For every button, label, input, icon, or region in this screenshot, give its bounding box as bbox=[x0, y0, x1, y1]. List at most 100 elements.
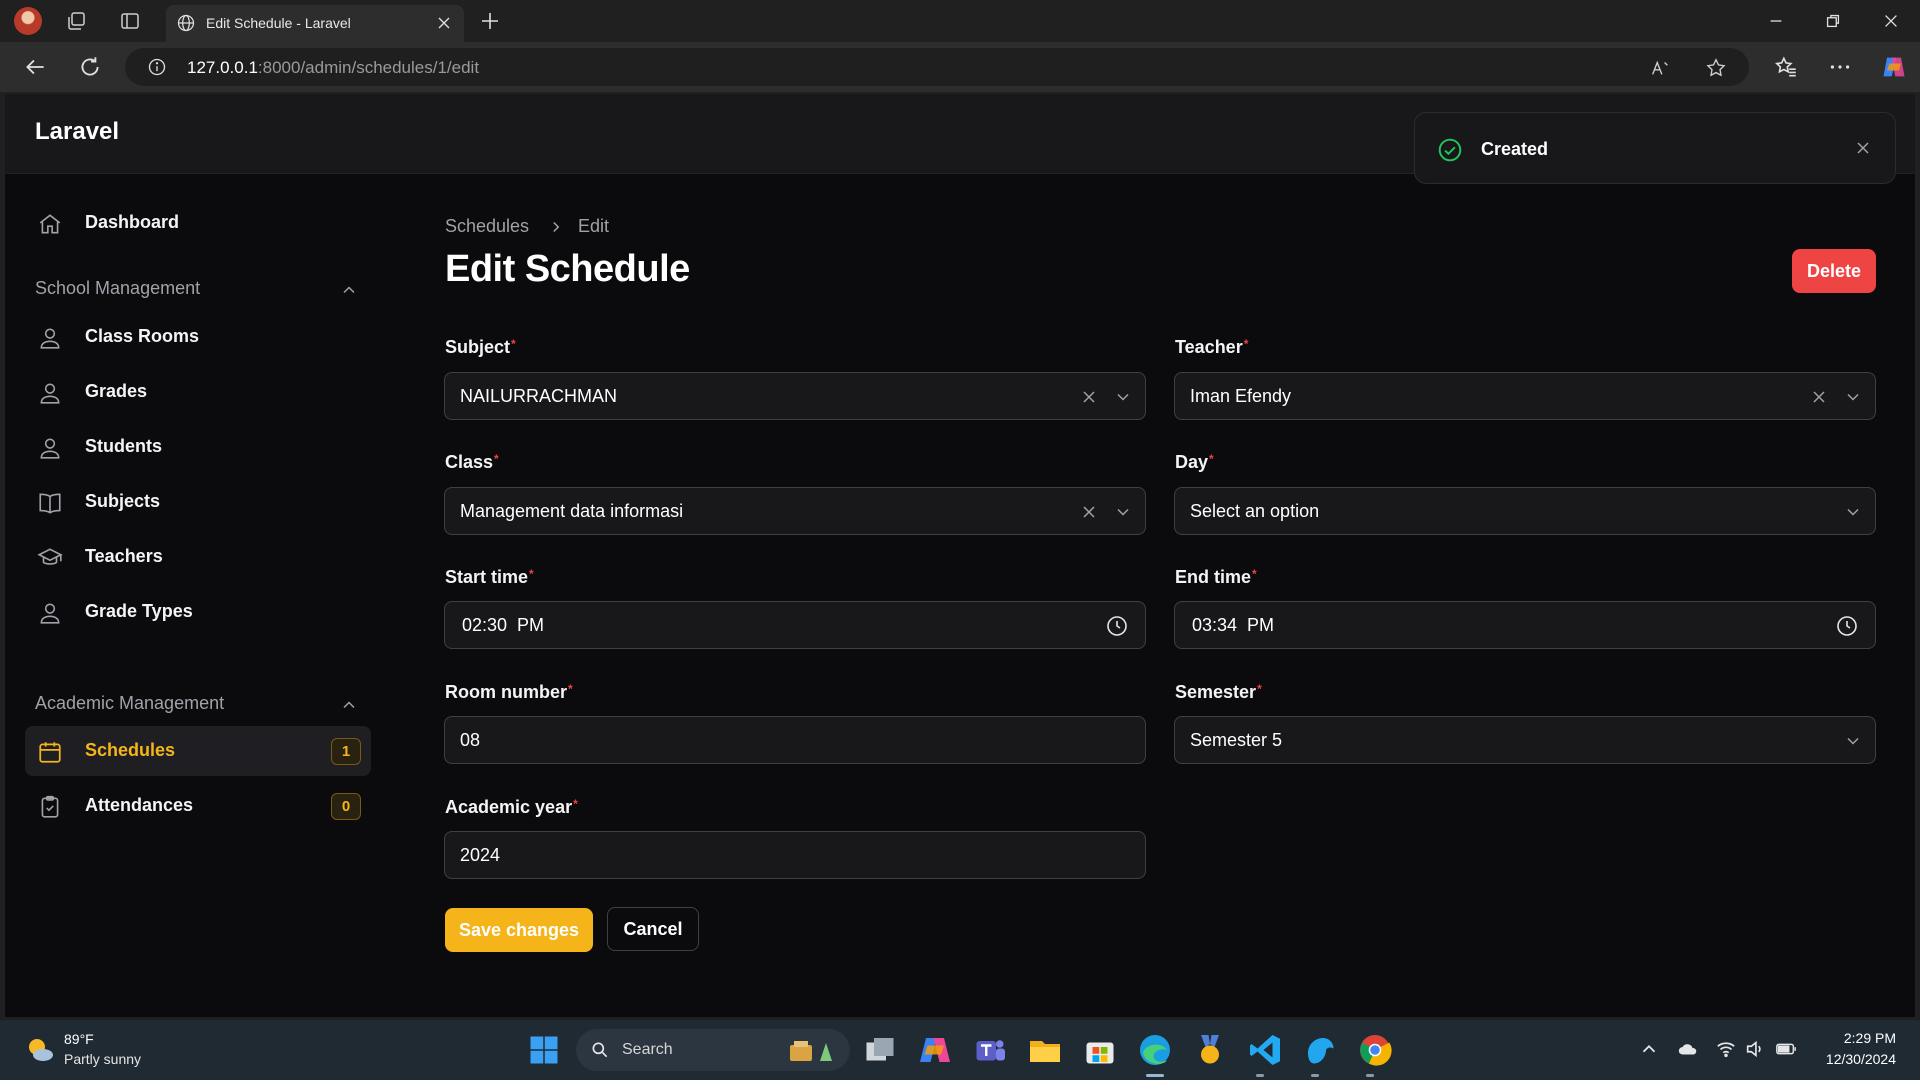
chevron-up-icon[interactable] bbox=[339, 695, 359, 715]
favorites-icon[interactable] bbox=[1773, 54, 1799, 80]
sidebar-item-schedules[interactable]: Schedules 1 bbox=[25, 726, 371, 776]
search-highlight-icon bbox=[790, 1041, 832, 1061]
clock-icon[interactable] bbox=[1835, 614, 1859, 638]
chrome-icon[interactable] bbox=[1357, 1032, 1393, 1068]
group-school-management[interactable]: School Management bbox=[35, 278, 200, 299]
running-app-indicator bbox=[1311, 1074, 1319, 1077]
workspaces-icon[interactable] bbox=[64, 9, 88, 33]
end-time-input[interactable]: 03:34 PM bbox=[1174, 601, 1876, 649]
academic-year-input[interactable]: 2024 bbox=[444, 831, 1146, 879]
academic-year-label: Academic year* bbox=[445, 797, 578, 817]
medal-app-icon[interactable] bbox=[1192, 1032, 1228, 1068]
brand-logo[interactable]: Laravel bbox=[35, 118, 119, 146]
sidebar-item-attendances[interactable]: Attendances 0 bbox=[25, 781, 371, 831]
weather-icon[interactable] bbox=[24, 1034, 56, 1066]
profile-avatar-icon[interactable] bbox=[14, 7, 42, 35]
more-icon[interactable] bbox=[1827, 54, 1853, 80]
bird-app-icon[interactable] bbox=[1302, 1032, 1338, 1068]
sidebar-item-dashboard[interactable]: Dashboard bbox=[25, 198, 371, 248]
wifi-icon[interactable] bbox=[1715, 1038, 1737, 1060]
star-icon[interactable] bbox=[1705, 57, 1727, 79]
semester-select[interactable]: Semester 5 bbox=[1174, 716, 1876, 764]
teacher-label: Teacher* bbox=[1175, 337, 1249, 357]
close-icon[interactable] bbox=[1853, 138, 1873, 158]
teacher-select[interactable]: Iman Efendy bbox=[1174, 372, 1876, 420]
edge-browser-icon[interactable] bbox=[1137, 1032, 1173, 1068]
copilot-icon[interactable] bbox=[1880, 53, 1908, 81]
check-circle-icon bbox=[1438, 138, 1462, 162]
search-label: Search bbox=[622, 1041, 673, 1058]
vscode-icon[interactable] bbox=[1247, 1032, 1283, 1068]
clock-time[interactable]: 2:29 PM bbox=[1844, 1030, 1896, 1046]
chevron-up-icon[interactable] bbox=[339, 280, 359, 300]
sidebar-item-class-rooms[interactable]: Class Rooms bbox=[25, 312, 371, 362]
sidebar-item-students[interactable]: Students bbox=[25, 422, 371, 472]
sidebar-item-label: Students bbox=[85, 436, 163, 456]
semester-value: Semester 5 bbox=[1190, 730, 1283, 750]
chevron-down-icon[interactable] bbox=[1843, 731, 1863, 751]
onedrive-icon[interactable] bbox=[1677, 1038, 1699, 1060]
start-time-input[interactable]: 02:30 PM bbox=[444, 601, 1146, 649]
page-title: Edit Schedule bbox=[445, 248, 690, 290]
chevron-up-icon[interactable] bbox=[1638, 1038, 1660, 1060]
chevron-down-icon[interactable] bbox=[1113, 502, 1133, 522]
clock-date[interactable]: 12/30/2024 bbox=[1826, 1051, 1896, 1067]
battery-icon[interactable] bbox=[1775, 1038, 1797, 1060]
x-icon[interactable] bbox=[1809, 387, 1829, 407]
cancel-button[interactable]: Cancel bbox=[607, 907, 699, 951]
save-button[interactable]: Save changes bbox=[445, 908, 593, 952]
volume-icon[interactable] bbox=[1744, 1038, 1766, 1060]
taskbar-search[interactable]: Search bbox=[576, 1029, 850, 1071]
refresh-icon[interactable] bbox=[77, 54, 103, 80]
class-select[interactable]: Management data informasi bbox=[444, 487, 1146, 535]
chevron-down-icon[interactable] bbox=[1843, 502, 1863, 522]
tab-actions-icon[interactable] bbox=[118, 9, 142, 33]
read-aloud-icon[interactable] bbox=[1649, 57, 1671, 79]
plus-icon[interactable] bbox=[478, 9, 502, 33]
chevron-down-icon[interactable] bbox=[1843, 387, 1863, 407]
x-icon[interactable] bbox=[1079, 387, 1099, 407]
subject-select[interactable]: NAILURRACHMAN bbox=[444, 372, 1146, 420]
tab-title: Edit Schedule - Laravel bbox=[206, 15, 351, 31]
delete-button[interactable]: Delete bbox=[1792, 249, 1876, 293]
file-explorer-icon[interactable] bbox=[1027, 1032, 1063, 1068]
copilot-app-icon[interactable] bbox=[917, 1032, 953, 1068]
windows-start-icon[interactable] bbox=[526, 1032, 562, 1068]
day-select[interactable]: Select an option bbox=[1174, 487, 1876, 535]
chevron-right-icon bbox=[553, 221, 560, 233]
x-icon[interactable] bbox=[1079, 502, 1099, 522]
sidebar-item-label: Class Rooms bbox=[85, 326, 200, 346]
chevron-down-icon[interactable] bbox=[1113, 387, 1133, 407]
class-label: Class* bbox=[445, 452, 499, 472]
back-icon[interactable] bbox=[22, 54, 48, 80]
user-icon bbox=[40, 383, 60, 404]
day-value: Select an option bbox=[1190, 501, 1320, 521]
sidebar-item-teachers[interactable]: Teachers bbox=[25, 532, 371, 582]
day-label: Day* bbox=[1175, 452, 1214, 472]
sidebar-item-grade-types[interactable]: Grade Types bbox=[25, 587, 371, 637]
url-field[interactable]: 127.0.0.1:8000/admin/schedules/1/edit bbox=[125, 48, 1749, 86]
teams-icon[interactable] bbox=[972, 1032, 1008, 1068]
start-time-label: Start time* bbox=[445, 567, 534, 587]
sidebar-item-grades[interactable]: Grades bbox=[25, 367, 371, 417]
group-academic-management[interactable]: Academic Management bbox=[35, 693, 224, 714]
teacher-value: Iman Efendy bbox=[1190, 386, 1292, 406]
restore-icon[interactable] bbox=[1820, 8, 1846, 34]
weather-temperature: 89°F bbox=[64, 1031, 94, 1047]
room-number-input[interactable]: 08 bbox=[444, 716, 1146, 764]
breadcrumb-schedules[interactable]: Schedules bbox=[445, 216, 529, 237]
minimize-icon[interactable] bbox=[1763, 8, 1789, 34]
task-view-icon[interactable] bbox=[862, 1032, 898, 1068]
sidebar-item-subjects[interactable]: Subjects bbox=[25, 477, 371, 527]
sidebar-item-label: Teachers bbox=[85, 546, 163, 566]
user-icon bbox=[40, 328, 60, 349]
microsoft-store-icon[interactable] bbox=[1082, 1032, 1118, 1068]
toast-notification: Created bbox=[1414, 112, 1896, 184]
sidebar-item-label: Subjects bbox=[85, 491, 161, 511]
info-icon[interactable] bbox=[147, 57, 167, 77]
close-icon[interactable] bbox=[434, 13, 454, 33]
clock-icon[interactable] bbox=[1105, 614, 1129, 638]
count-badge: 0 bbox=[331, 793, 361, 820]
active-tab[interactable]: Edit Schedule - Laravel bbox=[166, 5, 464, 42]
close-window-icon[interactable] bbox=[1878, 8, 1904, 34]
